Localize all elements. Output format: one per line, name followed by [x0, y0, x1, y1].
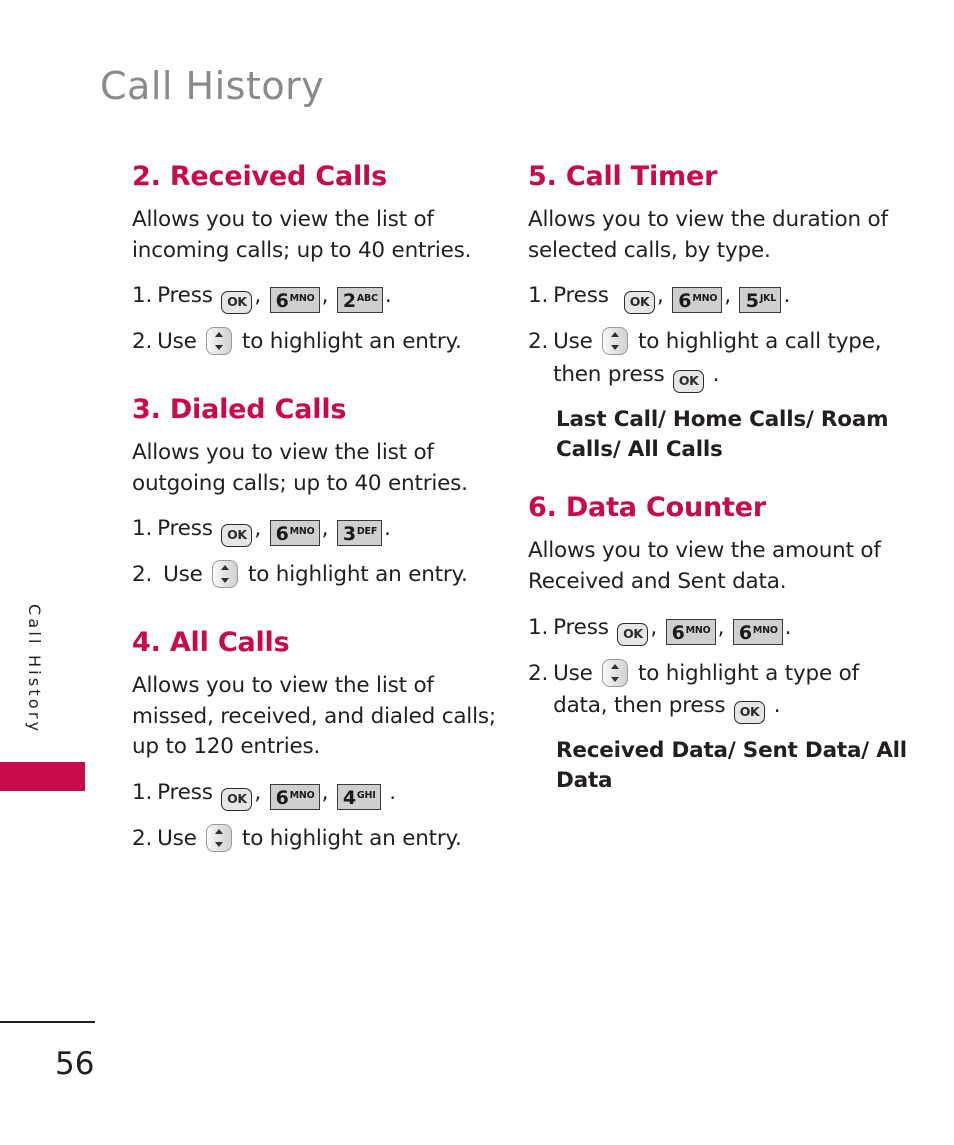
- step-suffix: .: [784, 614, 792, 640]
- step-item: 2. Use to highlight an entry.: [132, 559, 502, 592]
- step-number: 1.: [528, 614, 549, 640]
- page-number: 56: [55, 1046, 95, 1082]
- updown-navigation-key-icon: [212, 560, 239, 589]
- left-column: 2. Received Calls Allows you to view the…: [132, 161, 502, 867]
- side-tab-marker: [0, 762, 85, 791]
- section-description: Allows you to view the amount of Receive…: [528, 538, 881, 594]
- num-key-6-icon: 6MNO: [732, 618, 783, 645]
- step-number: 2.: [132, 562, 153, 588]
- section-received-calls: 2. Received Calls Allows you to view the…: [132, 161, 502, 359]
- section-call-timer: 5. Call Timer Allows you to view the dur…: [528, 161, 908, 464]
- ok-key-icon: OK: [221, 524, 253, 548]
- section-options: Received Data/ Sent Data/ All Data: [556, 738, 907, 793]
- step-suffix: .: [712, 361, 720, 387]
- step-suffix: .: [384, 283, 392, 309]
- updown-navigation-key-icon: [206, 823, 233, 852]
- step-item: 1. Press OK, 6MNO, 6MNO.: [528, 612, 908, 646]
- step-item: 2. Use to highlight an entry.: [132, 326, 502, 359]
- updown-navigation-key-icon: [206, 327, 233, 356]
- section-all-calls: 4. All Calls Allows you to view the list…: [132, 626, 502, 856]
- step-text: Use: [157, 329, 197, 355]
- step-number: 1.: [132, 283, 153, 309]
- step-number: 2.: [132, 329, 153, 355]
- step-suffix: .: [384, 516, 391, 542]
- step-text: Use: [553, 329, 593, 355]
- step-number: 2.: [528, 660, 549, 686]
- ok-key-icon: OK: [734, 701, 766, 725]
- num-key-6-icon: 6MNO: [269, 287, 320, 314]
- step-suffix: to highlight an entry.: [241, 329, 462, 355]
- step-suffix: .: [389, 779, 396, 805]
- step-text: Press: [157, 516, 213, 542]
- step-item: 1. Press OK, 6MNO, 4GHI .: [132, 777, 502, 811]
- step-text: Press: [553, 283, 609, 309]
- footer-divider: [0, 1021, 95, 1023]
- step-item: 1. Press OK, 6MNO, 2ABC.: [132, 280, 502, 315]
- step-number: 1.: [528, 283, 549, 309]
- num-key-6-icon: 6MNO: [665, 618, 716, 645]
- step-item: 1. Press OK, 6MNO, 5JKL.: [528, 280, 908, 315]
- num-key-3-icon: 3DEF: [336, 520, 383, 547]
- section-title: 4. All Calls: [132, 626, 290, 658]
- step-item: 2. Use to highlight a call type, then pr…: [528, 326, 908, 393]
- step-item: 1. Press OK, 6MNO, 3DEF.: [132, 513, 502, 548]
- step-suffix: to highlight an entry.: [247, 562, 468, 588]
- ok-key-icon: OK: [624, 291, 655, 315]
- right-column: 5. Call Timer Allows you to view the dur…: [528, 161, 908, 812]
- step-text: Press: [553, 614, 609, 640]
- num-key-5-icon: 5JKL: [739, 287, 782, 314]
- step-text: Use: [163, 562, 203, 588]
- ok-key-icon: OK: [221, 787, 253, 811]
- step-item: 2. Use to highlight a type of data, then…: [528, 658, 908, 725]
- section-dialed-calls: 3. Dialed Calls Allows you to view the l…: [132, 393, 502, 592]
- updown-navigation-key-icon: [602, 658, 629, 687]
- section-description: Allows you to view the list of incoming …: [132, 207, 472, 263]
- section-title: 6. Data Counter: [528, 492, 766, 524]
- step-text: Use: [553, 660, 593, 686]
- section-options: Last Call/ Home Calls/ Roam Calls/ All C…: [556, 406, 889, 462]
- step-suffix: .: [773, 693, 781, 719]
- section-title: 3. Dialed Calls: [132, 393, 347, 425]
- ok-key-icon: OK: [673, 369, 705, 393]
- step-suffix: .: [783, 283, 791, 309]
- section-description: Allows you to view the list of outgoing …: [132, 440, 468, 496]
- step-number: 1.: [132, 779, 153, 805]
- step-text: Press: [157, 283, 213, 309]
- step-text-mid: to highlight a type of data, then press: [553, 660, 859, 719]
- num-key-6-icon: 6MNO: [269, 783, 320, 810]
- section-title: 2. Received Calls: [132, 161, 387, 192]
- step-number: 2.: [132, 825, 153, 851]
- num-key-6-icon: 6MNO: [672, 287, 723, 314]
- section-data-counter: 6. Data Counter Allows you to view the a…: [528, 493, 908, 795]
- step-text: Use: [157, 825, 197, 851]
- section-title: 5. Call Timer: [528, 161, 718, 192]
- ok-key-icon: OK: [617, 622, 649, 646]
- page-title: Call History: [100, 64, 325, 108]
- section-description: Allows you to view the list of missed, r…: [132, 673, 496, 760]
- step-number: 2.: [528, 329, 549, 355]
- num-key-6-icon: 6MNO: [269, 520, 320, 547]
- ok-key-icon: OK: [221, 291, 253, 315]
- step-text: Press: [157, 779, 213, 805]
- num-key-4-icon: 4GHI: [336, 783, 381, 810]
- section-description: Allows you to view the duration of selec…: [528, 207, 888, 263]
- step-number: 1.: [132, 516, 153, 542]
- step-item: 2. Use to highlight an entry.: [132, 823, 502, 856]
- step-suffix: to highlight an entry.: [241, 825, 462, 851]
- updown-navigation-key-icon: [602, 327, 629, 356]
- num-key-2-icon: 2ABC: [336, 287, 383, 314]
